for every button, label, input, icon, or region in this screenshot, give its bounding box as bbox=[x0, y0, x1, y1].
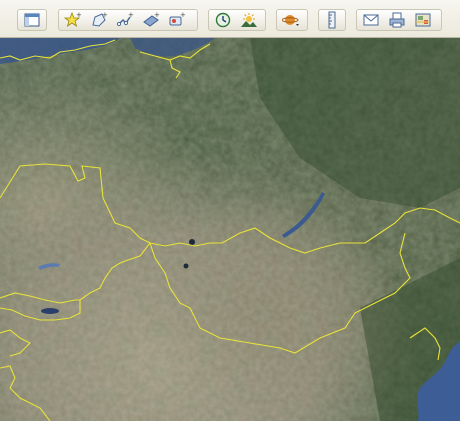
add-image-overlay-icon: + bbox=[143, 11, 160, 27]
add-image-overlay-button[interactable]: + bbox=[139, 10, 163, 30]
sidebar-group bbox=[17, 9, 47, 31]
email-icon bbox=[363, 14, 379, 26]
share-group bbox=[356, 9, 442, 31]
svg-text:+: + bbox=[180, 11, 186, 19]
email-button[interactable] bbox=[359, 10, 383, 30]
add-polygon-button[interactable]: + bbox=[87, 10, 111, 30]
svg-text:+: + bbox=[102, 11, 108, 19]
view-in-maps-icon bbox=[415, 13, 431, 27]
record-tour-button[interactable]: + bbox=[165, 10, 189, 30]
ruler-icon bbox=[328, 11, 336, 29]
add-placemark-button[interactable]: + bbox=[61, 10, 85, 30]
add-polygon-icon: + bbox=[92, 11, 108, 27]
khyargas-lake bbox=[189, 239, 195, 245]
sidebar-toggle-icon bbox=[24, 13, 40, 27]
planets-button[interactable] bbox=[279, 10, 303, 30]
issyk-kul-lake bbox=[41, 308, 59, 314]
earth-viewer-window: + + + + + bbox=[0, 0, 460, 421]
add-tools-group: + + + + + bbox=[58, 9, 198, 31]
svg-text:+: + bbox=[154, 11, 160, 19]
satellite-map-view[interactable] bbox=[0, 38, 460, 421]
sunlight-button[interactable] bbox=[237, 10, 261, 30]
ruler-group bbox=[318, 9, 346, 31]
planets-icon bbox=[282, 15, 299, 26]
historical-imagery-button[interactable] bbox=[211, 10, 235, 30]
sunlight-icon bbox=[241, 13, 257, 27]
mongolian-lake bbox=[183, 263, 189, 269]
print-icon bbox=[389, 12, 405, 28]
toolbar: + + + + + bbox=[0, 0, 460, 38]
add-path-icon: + bbox=[116, 11, 134, 27]
print-button[interactable] bbox=[385, 10, 409, 30]
add-placemark-icon: + bbox=[64, 11, 82, 27]
planets-group bbox=[276, 9, 308, 31]
satellite-imagery bbox=[0, 38, 460, 421]
svg-text:+: + bbox=[76, 11, 82, 19]
record-tour-icon: + bbox=[169, 11, 186, 26]
view-in-maps-button[interactable] bbox=[411, 10, 435, 30]
ruler-button[interactable] bbox=[321, 10, 343, 30]
add-path-button[interactable]: + bbox=[113, 10, 137, 30]
view-tools-group bbox=[208, 9, 266, 31]
svg-text:+: + bbox=[128, 11, 134, 19]
historical-imagery-icon bbox=[215, 12, 231, 28]
sidebar-toggle-button[interactable] bbox=[20, 10, 44, 30]
